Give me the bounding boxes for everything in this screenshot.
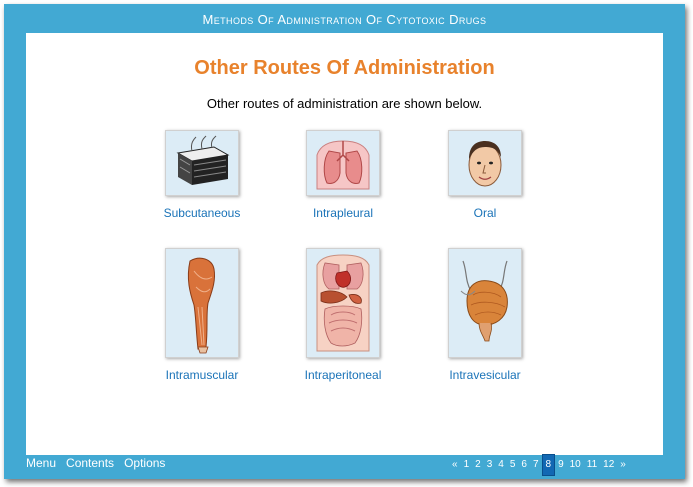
route-oral[interactable]: Oral <box>420 130 550 220</box>
app-frame: Methods Of Administration Of Cytotoxic D… <box>4 4 685 479</box>
page-link[interactable]: 7 <box>530 455 542 475</box>
footer-menu: Menu Contents Options <box>26 456 165 474</box>
skin-layers-icon <box>165 130 239 196</box>
page-navigation: « 1 2 3 4 5 6 7 8 9 10 11 12 » <box>449 454 629 476</box>
page-link[interactable]: 6 <box>518 455 530 475</box>
page-link[interactable]: 5 <box>507 455 519 475</box>
route-label: Intramuscular <box>165 368 239 382</box>
route-intrapleural[interactable]: Intrapleural <box>278 130 408 220</box>
route-label: Intrapleural <box>312 206 374 220</box>
page-link[interactable]: 9 <box>555 455 567 475</box>
app-title: Methods Of Administration Of Cytotoxic D… <box>202 11 487 27</box>
page-link[interactable]: 10 <box>567 455 584 475</box>
prev-page-button[interactable]: « <box>449 455 461 475</box>
route-intramuscular[interactable]: Intramuscular <box>137 248 267 382</box>
intro-text: Other routes of administration are shown… <box>206 96 483 111</box>
lungs-icon <box>306 130 380 196</box>
page-link[interactable]: 4 <box>495 455 507 475</box>
contents-link[interactable]: Contents <box>66 456 114 474</box>
route-label: Intraperitoneal <box>304 368 382 382</box>
app-header: Methods Of Administration Of Cytotoxic D… <box>4 4 685 34</box>
page-title: Other Routes Of Administration <box>194 57 495 79</box>
bladder-icon <box>448 248 522 358</box>
next-page-button[interactable]: » <box>617 455 629 475</box>
route-intravesicular[interactable]: Intravesicular <box>420 248 550 382</box>
menu-link[interactable]: Menu <box>26 456 56 474</box>
page-link[interactable]: 1 <box>461 455 473 475</box>
route-subcutaneous[interactable]: Subcutaneous <box>137 130 267 220</box>
page-link[interactable]: 11 <box>584 455 600 475</box>
route-label: Subcutaneous <box>163 206 241 220</box>
arm-muscle-icon <box>165 248 239 358</box>
page-link[interactable]: 2 <box>472 455 484 475</box>
route-label: Intravesicular <box>449 368 521 382</box>
route-label: Oral <box>473 206 497 220</box>
page-link[interactable]: 3 <box>484 455 496 475</box>
content-panel: Other Routes Of Administration Other rou… <box>26 33 663 455</box>
page-link[interactable]: 12 <box>600 455 617 475</box>
options-link[interactable]: Options <box>124 456 165 474</box>
route-intraperitoneal[interactable]: Intraperitoneal <box>278 248 408 382</box>
face-icon <box>448 130 522 196</box>
current-page-link[interactable]: 8 <box>541 454 556 476</box>
abdomen-organs-icon <box>306 248 380 358</box>
